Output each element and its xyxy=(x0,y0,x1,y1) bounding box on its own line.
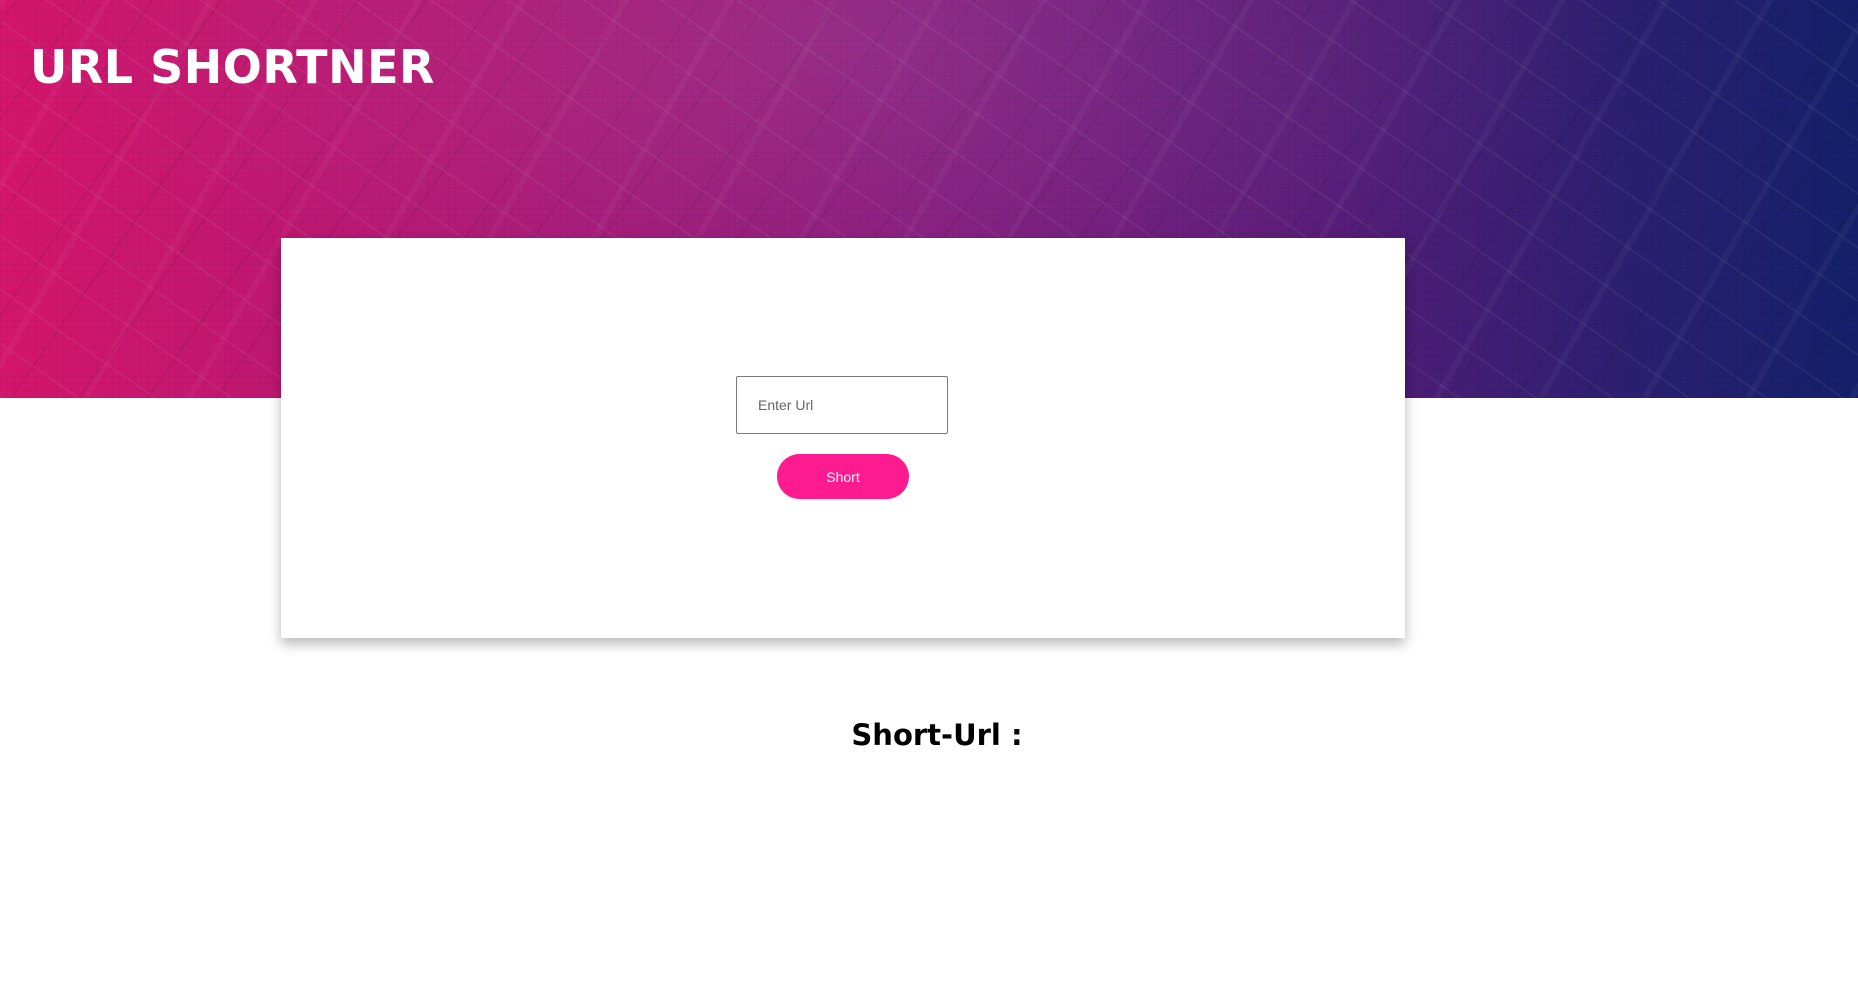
short-url-label: Short-Url : xyxy=(851,718,1023,752)
short-button[interactable]: Short xyxy=(777,454,909,499)
shortener-card: Short xyxy=(281,238,1405,638)
page: URL SHORTNER Short Short-Url : xyxy=(0,0,1858,981)
app-title: URL SHORTNER xyxy=(30,40,435,94)
url-input[interactable] xyxy=(736,376,948,434)
